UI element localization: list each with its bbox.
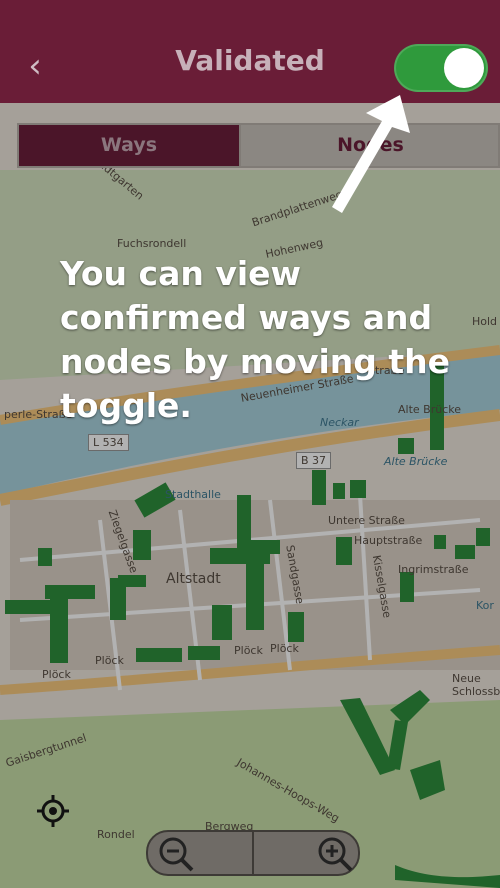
- tutorial-hint: You can view confirmed ways and nodes by…: [60, 254, 451, 425]
- tutorial-overlay[interactable]: [0, 103, 500, 888]
- zoom-out-icon: [159, 837, 194, 872]
- zoom-in-button[interactable]: [254, 832, 358, 874]
- arrow-up-icon: [332, 95, 410, 213]
- zoom-control: [146, 830, 360, 876]
- zoom-out-button[interactable]: [148, 832, 252, 874]
- zoom-in-icon: [318, 837, 353, 872]
- validated-toggle[interactable]: [394, 44, 488, 92]
- crosshair-icon[interactable]: [36, 794, 70, 828]
- toggle-knob: [444, 48, 484, 88]
- header-bar: ‹ Validated: [0, 0, 500, 103]
